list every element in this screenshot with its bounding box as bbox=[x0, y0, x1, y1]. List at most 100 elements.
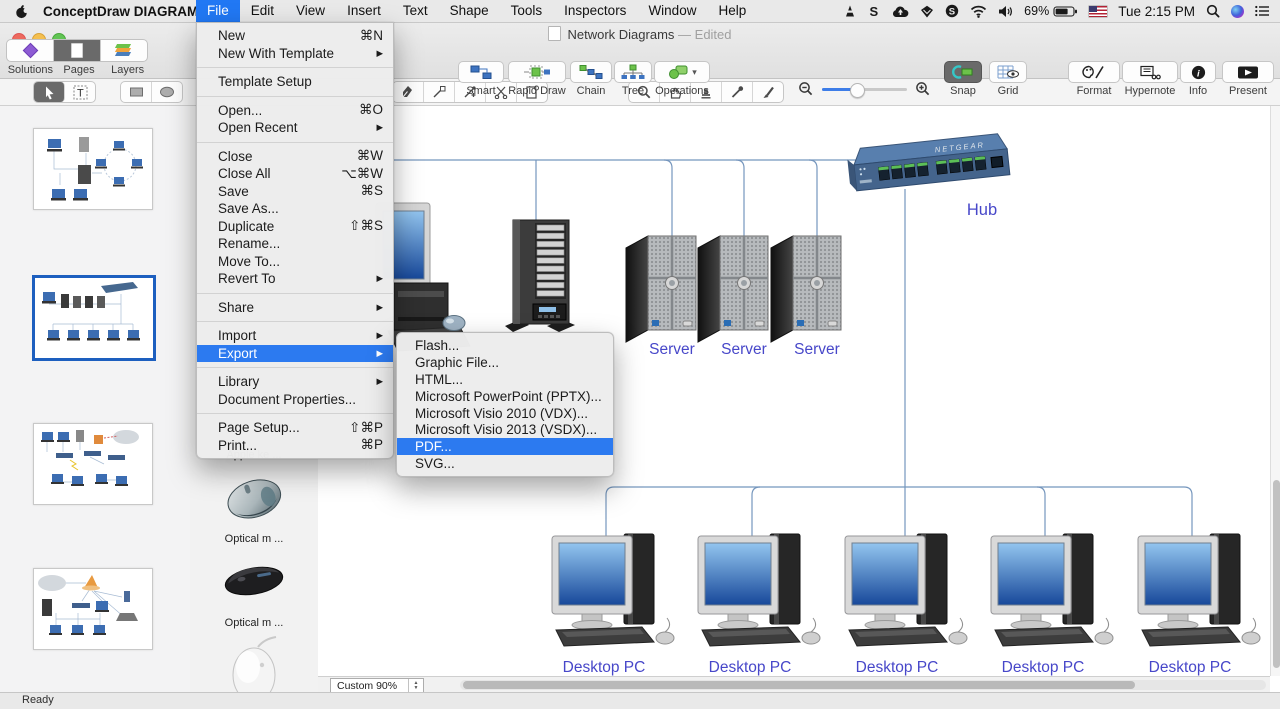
vertical-scrollbar-thumb[interactable] bbox=[1273, 480, 1280, 668]
zoom-in-icon[interactable] bbox=[915, 81, 931, 97]
menu-item-duplicate[interactable]: Duplicate⇧⌘S bbox=[197, 218, 393, 236]
menubar-menu-window[interactable]: Window bbox=[637, 0, 707, 22]
operations-button[interactable]: ▾ Operations bbox=[654, 61, 710, 97]
us-flag-icon[interactable] bbox=[1089, 6, 1107, 17]
menu-item-move-to[interactable]: Move To... bbox=[197, 253, 393, 271]
smart-button[interactable]: Smart bbox=[458, 61, 504, 97]
desktop-pc-shape-5[interactable] bbox=[1138, 534, 1260, 646]
select-tool[interactable] bbox=[34, 82, 65, 102]
segment-solutions[interactable] bbox=[7, 40, 54, 61]
menu-item-library[interactable]: Library▶ bbox=[197, 373, 393, 391]
volume-icon[interactable] bbox=[998, 0, 1013, 22]
hypernote-button[interactable]: Hypernote bbox=[1122, 61, 1178, 97]
menubar-menu-file[interactable]: File bbox=[196, 0, 240, 22]
ellipse-tool[interactable] bbox=[152, 82, 182, 102]
menubar-menu-shape[interactable]: Shape bbox=[439, 0, 500, 22]
pen-tool[interactable] bbox=[393, 82, 424, 102]
format-button[interactable]: Format bbox=[1068, 61, 1120, 97]
server-shape-1[interactable] bbox=[626, 236, 696, 342]
menu-item-svg[interactable]: SVG... bbox=[397, 455, 613, 472]
gem-icon[interactable] bbox=[920, 0, 934, 22]
tree-button[interactable]: Tree bbox=[614, 61, 652, 97]
menu-item-new[interactable]: New⌘N bbox=[197, 27, 393, 45]
menubar-menu-edit[interactable]: Edit bbox=[240, 0, 285, 22]
menu-item-close[interactable]: Close⌘W bbox=[197, 148, 393, 166]
menu-item-page-setup[interactable]: Page Setup...⇧⌘P bbox=[197, 419, 393, 437]
library-item-optical-mouse-black[interactable] bbox=[218, 553, 290, 614]
menubar-menu-tools[interactable]: Tools bbox=[500, 0, 554, 22]
menu-item-rename[interactable]: Rename... bbox=[197, 235, 393, 253]
edit-node-tool[interactable] bbox=[424, 82, 455, 102]
menubar-menu-insert[interactable]: Insert bbox=[336, 0, 392, 22]
menu-item-flash[interactable]: Flash... bbox=[397, 337, 613, 354]
menu-item-share[interactable]: Share▶ bbox=[197, 299, 393, 317]
canvas-vertical-scrollbar[interactable] bbox=[1270, 105, 1280, 676]
menu-item-template-setup[interactable]: Template Setup bbox=[197, 73, 393, 91]
menu-item-microsoft-powerpoint-pptx[interactable]: Microsoft PowerPoint (PPTX)... bbox=[397, 388, 613, 405]
siri-icon[interactable] bbox=[1231, 5, 1244, 18]
menu-item-open[interactable]: Open...⌘O bbox=[197, 102, 393, 120]
desktop-pc-shape-4[interactable] bbox=[991, 534, 1113, 646]
desktop-pc-shape-1[interactable] bbox=[552, 534, 674, 646]
menu-item-pdf[interactable]: PDF... bbox=[397, 438, 613, 455]
vlc-icon[interactable] bbox=[843, 0, 857, 22]
library-item-white-mouse[interactable] bbox=[224, 635, 284, 692]
disk-array-shape[interactable] bbox=[505, 220, 575, 332]
s-app-icon[interactable]: S bbox=[868, 0, 881, 22]
page-thumbnail-3[interactable] bbox=[33, 423, 153, 505]
cloud-upload-icon[interactable] bbox=[892, 0, 909, 22]
chain-button[interactable]: Chain bbox=[570, 61, 612, 97]
eyedropper-tool[interactable] bbox=[722, 82, 753, 102]
menu-item-html[interactable]: HTML... bbox=[397, 371, 613, 388]
page-thumbnail-2-selected[interactable] bbox=[33, 276, 155, 360]
menu-item-revert-to[interactable]: Revert To▶ bbox=[197, 270, 393, 288]
menubar-menu-inspectors[interactable]: Inspectors bbox=[553, 0, 637, 22]
grid-button[interactable]: Grid bbox=[989, 61, 1027, 97]
menu-item-new-with-template[interactable]: New With Template▶ bbox=[197, 45, 393, 63]
zoom-stepper-icon[interactable]: ▲▼ bbox=[408, 679, 423, 692]
canvas-horizontal-scrollbar[interactable] bbox=[460, 680, 1266, 690]
text-tool[interactable]: T bbox=[65, 82, 95, 102]
menubar-clock[interactable]: Tue 2:15 PM bbox=[1118, 4, 1195, 19]
desktop-pc-shape-2[interactable] bbox=[698, 534, 820, 646]
style-brush-tool[interactable] bbox=[753, 82, 783, 102]
segment-layers[interactable] bbox=[101, 40, 147, 61]
hub-shape[interactable]: NETGEAR bbox=[846, 133, 1010, 191]
zoom-level-select[interactable]: Custom 90% ▲▼ bbox=[330, 678, 424, 693]
menu-item-open-recent[interactable]: Open Recent▶ bbox=[197, 119, 393, 137]
menu-item-import[interactable]: Import▶ bbox=[197, 327, 393, 345]
desktop-pc-shape-3[interactable] bbox=[845, 534, 967, 646]
zoom-out-icon[interactable] bbox=[798, 81, 814, 97]
menu-item-close-all[interactable]: Close All⌥⌘W bbox=[197, 165, 393, 183]
menu-item-microsoft-visio-2010-vdx[interactable]: Microsoft Visio 2010 (VDX)... bbox=[397, 405, 613, 422]
apple-menu-icon[interactable] bbox=[14, 4, 29, 19]
skype-icon[interactable]: S bbox=[945, 0, 959, 22]
snap-button[interactable]: Snap bbox=[944, 61, 982, 97]
zoom-slider-track[interactable] bbox=[822, 88, 907, 91]
menu-item-save-as[interactable]: Save As... bbox=[197, 200, 393, 218]
menu-item-microsoft-visio-2013-vsdx[interactable]: Microsoft Visio 2013 (VSDX)... bbox=[397, 421, 613, 438]
menu-item-document-properties[interactable]: Document Properties... bbox=[197, 391, 393, 409]
menu-item-print[interactable]: Print...⌘P bbox=[197, 437, 393, 455]
horizontal-scrollbar-thumb[interactable] bbox=[463, 681, 1135, 689]
server-shape-2[interactable] bbox=[698, 236, 768, 342]
present-button[interactable]: Present bbox=[1222, 61, 1274, 97]
page-thumbnail-1[interactable] bbox=[33, 128, 153, 210]
notification-center-icon[interactable] bbox=[1255, 0, 1270, 22]
menu-item-save[interactable]: Save⌘S bbox=[197, 183, 393, 201]
wifi-icon[interactable] bbox=[970, 0, 987, 22]
spotlight-icon[interactable] bbox=[1206, 0, 1220, 22]
menubar-menu-text[interactable]: Text bbox=[392, 0, 439, 22]
info-button[interactable]: i Info bbox=[1180, 61, 1216, 97]
zoom-slider-thumb[interactable] bbox=[850, 83, 865, 98]
menubar-menu-help[interactable]: Help bbox=[707, 0, 757, 22]
rapid-draw-button[interactable]: Rapid Draw bbox=[508, 61, 566, 97]
server-shape-3[interactable] bbox=[771, 236, 841, 342]
menu-item-export[interactable]: Export▶ bbox=[197, 345, 393, 363]
rectangle-tool[interactable] bbox=[121, 82, 152, 102]
library-item-optical-mouse-gray[interactable] bbox=[218, 465, 290, 536]
menu-item-graphic-file[interactable]: Graphic File... bbox=[397, 354, 613, 371]
segment-pages[interactable] bbox=[54, 40, 101, 61]
page-thumbnail-4[interactable] bbox=[33, 568, 153, 650]
menubar-menu-view[interactable]: View bbox=[285, 0, 336, 22]
